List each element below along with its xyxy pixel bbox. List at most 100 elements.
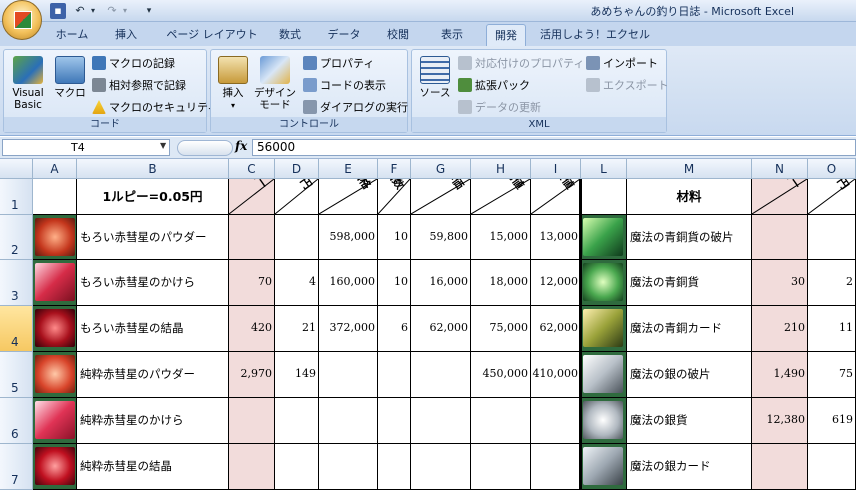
count-value[interactable] — [378, 352, 411, 398]
material-yen-value[interactable]: 75 — [808, 352, 856, 398]
price-value[interactable]: 160,000 — [319, 260, 378, 306]
tab-katsuyou-excel[interactable]: 活用しよう！エクセル — [540, 24, 650, 46]
tab-formulas[interactable]: 数式 — [270, 24, 310, 46]
column-header-E[interactable]: E — [319, 159, 378, 179]
material-rupee-value[interactable] — [752, 215, 808, 260]
unit-price-value[interactable]: 62,000 — [411, 306, 471, 352]
low-value[interactable] — [531, 398, 581, 444]
yen-value[interactable]: 21 — [275, 306, 319, 352]
expansion-packs-button[interactable]: 拡張パック — [458, 76, 530, 96]
unit-price-value[interactable]: 59,800 — [411, 215, 471, 260]
item-name[interactable]: もろい赤彗星のパウダー — [77, 215, 229, 260]
price-value[interactable]: 372,000 — [319, 306, 378, 352]
cell-a5[interactable] — [33, 352, 77, 398]
yen-value[interactable]: 149 — [275, 352, 319, 398]
material-rupee-value[interactable]: 210 — [752, 306, 808, 352]
source-button[interactable]: ソース — [416, 56, 454, 99]
price-value[interactable] — [319, 352, 378, 398]
macro-security-button[interactable]: マクロのセキュリティ — [92, 98, 218, 118]
item-name[interactable]: もろい赤彗星のかけら — [77, 260, 229, 306]
count-value[interactable]: 10 — [378, 215, 411, 260]
cell-o1[interactable]: 円 — [808, 179, 856, 215]
name-box[interactable]: T4 — [2, 139, 170, 156]
material-name[interactable]: 魔法の青銅カード — [627, 306, 752, 352]
column-header-F[interactable]: F — [378, 159, 411, 179]
cell-l6[interactable] — [581, 398, 627, 444]
relative-reference-button[interactable]: 相対参照で記録 — [92, 76, 186, 96]
count-value[interactable]: 10 — [378, 260, 411, 306]
material-rupee-value[interactable]: 1,490 — [752, 352, 808, 398]
cell-a6[interactable] — [33, 398, 77, 444]
rupee-value[interactable]: 420 — [229, 306, 275, 352]
price-value[interactable] — [319, 398, 378, 444]
row-header-2[interactable]: 2 — [0, 215, 33, 260]
material-name[interactable]: 魔法の青銅貨の破片 — [627, 215, 752, 260]
material-rupee-value[interactable]: 12,380 — [752, 398, 808, 444]
item-name[interactable]: 純粋赤彗星のかけら — [77, 398, 229, 444]
unit-price-value[interactable]: 16,000 — [411, 260, 471, 306]
rupee-value[interactable] — [229, 398, 275, 444]
row-header-6[interactable]: 6 — [0, 398, 33, 444]
material-rupee-value[interactable]: 30 — [752, 260, 808, 306]
material-rupee-value[interactable] — [752, 444, 808, 490]
properties-button[interactable]: プロパティ — [303, 54, 374, 74]
column-header-H[interactable]: H — [471, 159, 531, 179]
cell-l4[interactable] — [581, 306, 627, 352]
tab-insert[interactable]: 挿入 — [104, 24, 148, 46]
customize-qat-icon[interactable]: ▾ — [143, 3, 155, 19]
import-button[interactable]: インポート — [586, 54, 658, 74]
cell-i1[interactable]: 安値 — [531, 179, 581, 215]
cell-m1[interactable]: 材料 — [627, 179, 752, 215]
cell-a7[interactable] — [33, 444, 77, 490]
cell-h1[interactable]: 高値 — [471, 179, 531, 215]
cell-l7[interactable] — [581, 444, 627, 490]
rupee-value[interactable] — [229, 444, 275, 490]
row-header-3[interactable]: 3 — [0, 260, 33, 306]
item-name[interactable]: 純粋赤彗星のパウダー — [77, 352, 229, 398]
unit-price-value[interactable] — [411, 352, 471, 398]
high-value[interactable]: 450,000 — [471, 352, 531, 398]
high-value[interactable] — [471, 398, 531, 444]
visual-basic-button[interactable]: Visual Basic — [8, 56, 48, 111]
map-properties-button[interactable]: 対応付けのプロパティ — [458, 54, 584, 74]
yen-value[interactable] — [275, 215, 319, 260]
yen-value[interactable]: 4 — [275, 260, 319, 306]
insert-function-icon[interactable]: fx — [235, 139, 247, 153]
material-name[interactable]: 魔法の銀カード — [627, 444, 752, 490]
row-header-7[interactable]: 7 — [0, 444, 33, 490]
cell-n1[interactable]: ルピー — [752, 179, 808, 215]
low-value[interactable]: 13,000 — [531, 215, 581, 260]
material-yen-value[interactable]: 619 — [808, 398, 856, 444]
count-value[interactable] — [378, 398, 411, 444]
item-name[interactable]: 純粋赤彗星の結晶 — [77, 444, 229, 490]
yen-value[interactable] — [275, 444, 319, 490]
material-yen-value[interactable] — [808, 215, 856, 260]
row-header-1[interactable]: 1 — [0, 179, 33, 215]
cell-a2[interactable] — [33, 215, 77, 260]
column-header-O[interactable]: O — [808, 159, 856, 179]
low-value[interactable]: 62,000 — [531, 306, 581, 352]
rupee-value[interactable]: 70 — [229, 260, 275, 306]
run-dialog-button[interactable]: ダイアログの実行 — [303, 98, 408, 118]
formula-bar-resize-handle[interactable] — [177, 140, 233, 156]
high-value[interactable]: 18,000 — [471, 260, 531, 306]
cell-l5[interactable] — [581, 352, 627, 398]
price-value[interactable] — [319, 444, 378, 490]
material-yen-value[interactable]: 2 — [808, 260, 856, 306]
column-header-L[interactable]: L — [581, 159, 627, 179]
cell-b1[interactable]: 1ルピー=0.05円 — [77, 179, 229, 215]
count-value[interactable] — [378, 444, 411, 490]
record-macro-button[interactable]: マクロの記録 — [92, 54, 175, 74]
material-name[interactable]: 魔法の銀貨 — [627, 398, 752, 444]
price-value[interactable]: 598,000 — [319, 215, 378, 260]
column-header-G[interactable]: G — [411, 159, 471, 179]
undo-icon[interactable]: ↶ — [72, 3, 88, 19]
column-header-B[interactable]: B — [77, 159, 229, 179]
cell-a4[interactable] — [33, 306, 77, 352]
save-icon[interactable]: ▪ — [50, 3, 66, 19]
view-code-button[interactable]: コードの表示 — [303, 76, 386, 96]
insert-control-button[interactable]: 挿入 ▾ — [215, 56, 251, 112]
column-header-D[interactable]: D — [275, 159, 319, 179]
redo-icon[interactable]: ↷ — [104, 3, 120, 19]
cell-f1[interactable]: 個数 — [378, 179, 411, 215]
